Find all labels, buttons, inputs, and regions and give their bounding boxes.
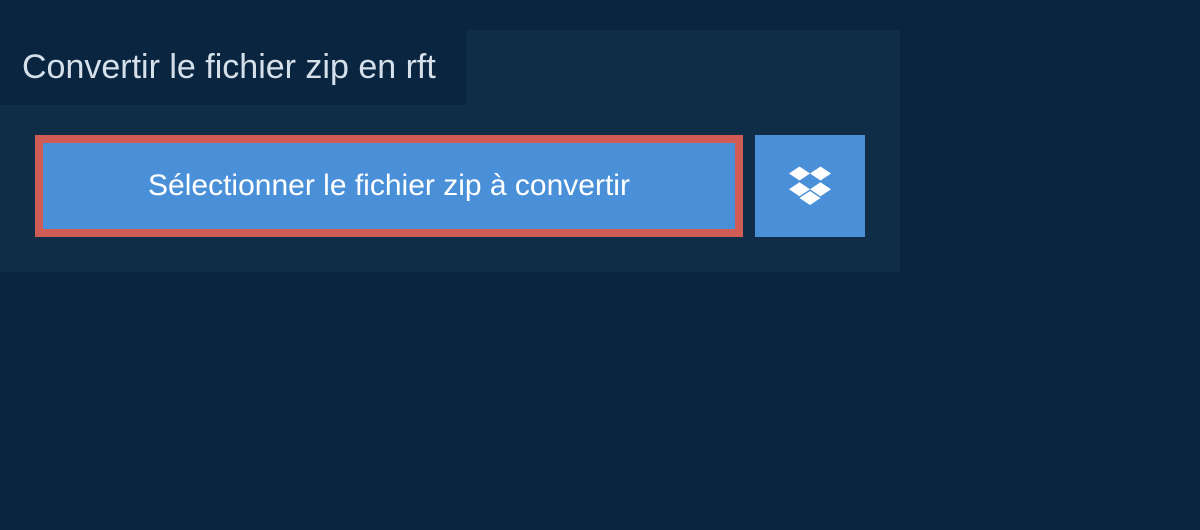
dropbox-icon	[789, 163, 831, 210]
select-file-button[interactable]: Sélectionner le fichier zip à convertir	[35, 135, 743, 237]
page-title: Convertir le fichier zip en rft	[0, 30, 466, 105]
dropbox-button[interactable]	[755, 135, 865, 237]
select-file-label: Sélectionner le fichier zip à convertir	[148, 169, 630, 203]
button-row: Sélectionner le fichier zip à convertir	[0, 105, 900, 272]
conversion-panel: Convertir le fichier zip en rft Sélectio…	[0, 30, 900, 272]
